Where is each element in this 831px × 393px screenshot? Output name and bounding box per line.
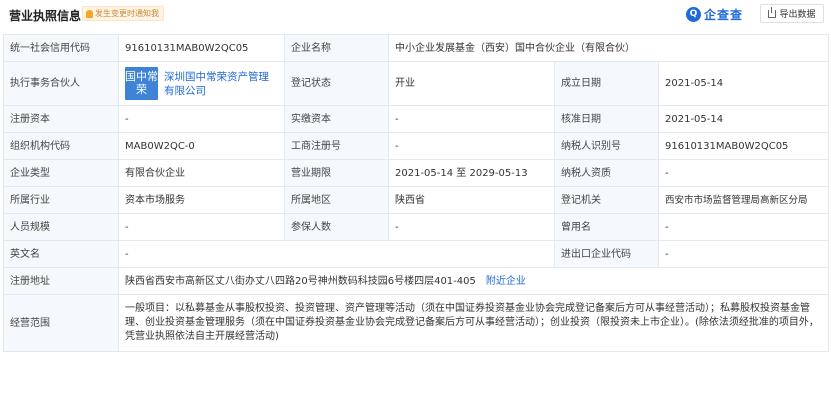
company-name-label: 企业名称 bbox=[284, 34, 389, 62]
english-name-value: - bbox=[118, 240, 555, 268]
org-code-value: MAB0W2QC-0 bbox=[118, 132, 285, 160]
established-label: 成立日期 bbox=[554, 61, 659, 106]
table-row: 经营范围 一般项目：以私募基金从事股权投资、投资管理、资产管理等活动（须在中国证… bbox=[3, 294, 830, 352]
reg-authority-label: 登记机关 bbox=[554, 186, 659, 214]
staff-size-value: - bbox=[118, 213, 285, 241]
brand: Q 企查查 bbox=[686, 5, 743, 23]
biz-term-label: 营业期限 bbox=[284, 159, 389, 187]
scope-value: 一般项目：以私募基金从事股权投资、投资管理、资产管理等活动（须在中国证券投资基金… bbox=[117, 294, 830, 352]
reg-status-value: 开业 bbox=[388, 61, 555, 106]
company-type-label: 企业类型 bbox=[3, 159, 119, 187]
import-export-code-label: 进出口企业代码 bbox=[554, 240, 659, 268]
address-cell: 陕西省西安市高新区丈八街办丈八四路20号神州数码科技园6号楼四层401-405 … bbox=[117, 267, 830, 295]
former-name-label: 曾用名 bbox=[554, 213, 659, 241]
insured-value: - bbox=[388, 213, 555, 241]
paid-capital-label: 实缴资本 bbox=[284, 105, 389, 133]
nearby-companies-link[interactable]: 附近企业 bbox=[486, 275, 526, 288]
biz-term-value: 2021-05-14 至 2029-05-13 bbox=[388, 159, 555, 187]
english-name-label: 英文名 bbox=[3, 240, 119, 268]
table-row: 人员规模 - 参保人数 - 曾用名 - bbox=[3, 213, 830, 241]
section-header: 营业执照信息 发生变更时通知我 Q 企查查 导出数据 bbox=[0, 0, 831, 30]
table-row: 统一社会信用代码 91610131MAB0W2QC05 企业名称 中小企业发展基… bbox=[3, 34, 830, 62]
paid-capital-value: - bbox=[388, 105, 555, 133]
org-code-label: 组织机构代码 bbox=[3, 132, 119, 160]
company-type-value: 有限合伙企业 bbox=[118, 159, 285, 187]
credit-code-label: 统一社会信用代码 bbox=[3, 34, 119, 62]
taxpayer-qual-label: 纳税人资质 bbox=[554, 159, 659, 187]
taxpayer-id-value: 91610131MAB0W2QC05 bbox=[657, 132, 830, 160]
partner-link[interactable]: 深圳国中常荣资产管理有限公司 bbox=[164, 70, 278, 98]
reg-authority-value: 西安市市场监督管理局高新区分局 bbox=[657, 186, 830, 214]
brand-name: 企查查 bbox=[704, 7, 744, 22]
reg-capital-value: - bbox=[118, 105, 285, 133]
table-row: 企业类型 有限合伙企业 营业期限 2021-05-14 至 2029-05-13… bbox=[3, 159, 830, 187]
partner-logo[interactable]: 国中常荣 bbox=[125, 67, 158, 100]
bell-icon bbox=[86, 9, 93, 18]
taxpayer-id-label: 纳税人识别号 bbox=[554, 132, 659, 160]
export-label: 导出数据 bbox=[779, 10, 816, 20]
change-notify-label: 发生变更时通知我 bbox=[95, 9, 159, 18]
insured-label: 参保人数 bbox=[284, 213, 389, 241]
region-label: 所属地区 bbox=[284, 186, 389, 214]
reg-status-label: 登记状态 bbox=[284, 61, 389, 106]
credit-code-value: 91610131MAB0W2QC05 bbox=[118, 34, 285, 62]
biz-reg-no-value: - bbox=[388, 132, 555, 160]
export-button[interactable]: 导出数据 bbox=[760, 4, 824, 23]
table-row: 执行事务合伙人 国中常荣 深圳国中常荣资产管理有限公司 登记状态 开业 成立日期… bbox=[3, 61, 830, 106]
former-name-value: - bbox=[657, 213, 830, 241]
company-name-value: 中小企业发展基金（西安）国中合伙企业（有限合伙） bbox=[387, 34, 830, 62]
industry-value: 资本市场服务 bbox=[118, 186, 285, 214]
table-row: 注册资本 - 实缴资本 - 核准日期 2021-05-14 bbox=[3, 105, 830, 133]
reg-capital-label: 注册资本 bbox=[3, 105, 119, 133]
table-row: 所属行业 资本市场服务 所属地区 陕西省 登记机关 西安市市场监督管理局高新区分… bbox=[3, 186, 830, 214]
region-value: 陕西省 bbox=[388, 186, 555, 214]
brand-logo-icon: Q bbox=[686, 6, 701, 22]
address-value: 陕西省西安市高新区丈八街办丈八四路20号神州数码科技园6号楼四层401-405 bbox=[125, 275, 476, 287]
industry-label: 所属行业 bbox=[3, 186, 119, 214]
change-notify-toggle[interactable]: 发生变更时通知我 bbox=[82, 6, 164, 21]
import-export-code-value: - bbox=[657, 240, 830, 268]
address-label: 注册地址 bbox=[3, 267, 119, 295]
approval-date-value: 2021-05-14 bbox=[657, 105, 830, 133]
partner-cell: 国中常荣 深圳国中常荣资产管理有限公司 bbox=[118, 61, 285, 106]
partner-label: 执行事务合伙人 bbox=[3, 61, 119, 106]
established-value: 2021-05-14 bbox=[657, 61, 830, 106]
section-title: 营业执照信息 bbox=[9, 9, 82, 23]
scope-label: 经营范围 bbox=[3, 294, 119, 352]
download-icon bbox=[768, 6, 777, 18]
table-row: 注册地址 陕西省西安市高新区丈八街办丈八四路20号神州数码科技园6号楼四层401… bbox=[3, 267, 830, 295]
table-row: 英文名 - 进出口企业代码 - bbox=[3, 240, 830, 268]
biz-reg-no-label: 工商注册号 bbox=[284, 132, 389, 160]
table-row: 组织机构代码 MAB0W2QC-0 工商注册号 - 纳税人识别号 9161013… bbox=[3, 132, 830, 160]
staff-size-label: 人员规模 bbox=[3, 213, 119, 241]
approval-date-label: 核准日期 bbox=[554, 105, 659, 133]
business-license-table: 统一社会信用代码 91610131MAB0W2QC05 企业名称 中小企业发展基… bbox=[3, 34, 830, 352]
taxpayer-qual-value: - bbox=[657, 159, 830, 187]
